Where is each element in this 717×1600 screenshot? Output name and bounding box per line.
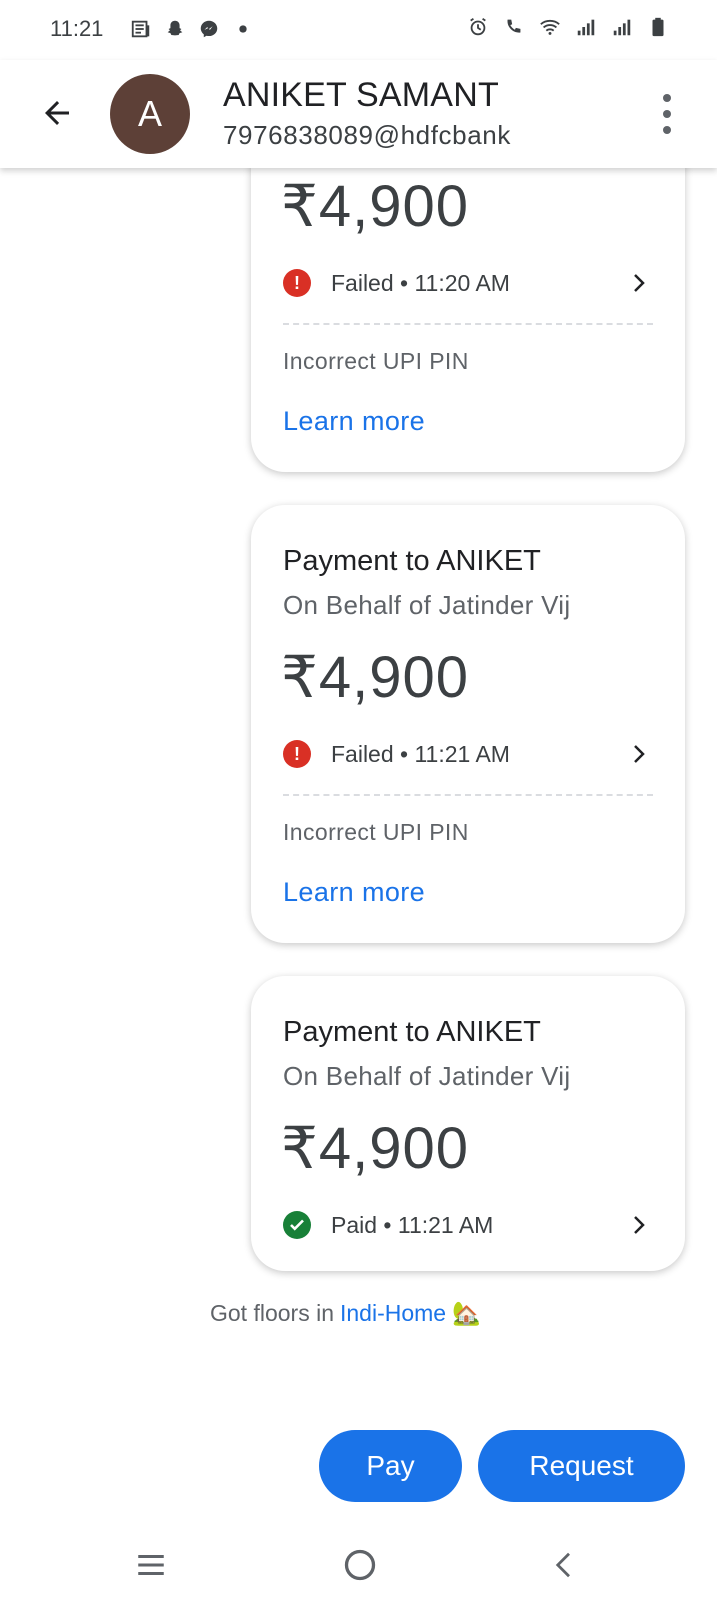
note-text: Got floors in bbox=[210, 1300, 334, 1326]
recents-icon bbox=[138, 1554, 164, 1576]
status-row[interactable]: Paid • 11:21 AM bbox=[283, 1208, 653, 1242]
avatar[interactable]: A bbox=[110, 74, 190, 154]
error-icon: ! bbox=[283, 740, 311, 768]
house-emoji: 🏡 bbox=[452, 1300, 481, 1326]
amount: ₹4,900 bbox=[281, 645, 470, 710]
signal-icon bbox=[577, 19, 595, 36]
snapchat-icon bbox=[167, 20, 183, 36]
system-nav-bar bbox=[0, 1530, 717, 1600]
home-button[interactable] bbox=[337, 1542, 383, 1588]
transaction-card[interactable]: Payment to ANIKET On Behalf of Jatinder … bbox=[251, 976, 685, 1271]
news-icon bbox=[131, 20, 150, 38]
home-circle-icon bbox=[344, 1549, 376, 1581]
transaction-title: Payment to ANIKET bbox=[283, 1016, 541, 1048]
signal-icon bbox=[613, 19, 631, 36]
error-icon: ! bbox=[283, 269, 311, 297]
amount: ₹4,900 bbox=[281, 174, 470, 239]
chevron-right-icon bbox=[634, 274, 645, 292]
status-text: Failed • 11:21 AM bbox=[331, 740, 510, 767]
contact-upi-id: 7976838089@hdfcbank bbox=[223, 120, 511, 150]
status-text: Failed • 11:20 AM bbox=[331, 269, 510, 296]
contact-note: Got floors in Indi-Home 🏡 bbox=[210, 1300, 481, 1327]
wifi-calling-icon bbox=[507, 19, 521, 33]
transaction-subtitle: On Behalf of Jatinder Vij bbox=[283, 1061, 571, 1091]
status-row[interactable]: ! Failed • 11:20 AM bbox=[283, 266, 653, 300]
contact-name[interactable]: ANIKET SAMANT bbox=[223, 76, 499, 115]
more-vert-icon bbox=[663, 94, 671, 102]
battery-icon bbox=[652, 17, 664, 37]
status-row[interactable]: ! Failed • 11:21 AM bbox=[283, 737, 653, 771]
chevron-right-icon bbox=[634, 1216, 645, 1234]
transaction-subtitle: On Behalf of Jatinder Vij bbox=[283, 590, 571, 620]
system-back-button[interactable] bbox=[541, 1542, 587, 1588]
dot-icon bbox=[239, 25, 247, 33]
chevron-right-icon bbox=[634, 745, 645, 763]
divider bbox=[283, 794, 653, 796]
error-reason: Incorrect UPI PIN bbox=[283, 819, 469, 845]
transaction-card[interactable]: ₹4,900 ! Failed • 11:20 AM Incorrect UPI… bbox=[251, 120, 685, 472]
alarm-icon bbox=[470, 17, 486, 36]
status-bar: 11:21 bbox=[0, 0, 717, 60]
messenger-icon bbox=[200, 20, 218, 38]
learn-more-link[interactable]: Learn more bbox=[283, 877, 425, 908]
pay-button[interactable]: Pay bbox=[319, 1430, 462, 1502]
wifi-icon bbox=[540, 19, 560, 35]
divider bbox=[283, 323, 653, 325]
more-options-button[interactable] bbox=[657, 94, 677, 134]
arrow-back-icon bbox=[45, 101, 69, 125]
amount: ₹4,900 bbox=[281, 1116, 470, 1181]
status-text: Paid • 11:21 AM bbox=[331, 1211, 494, 1238]
learn-more-link[interactable]: Learn more bbox=[283, 406, 425, 437]
chat-header: A ANIKET SAMANT 7976838089@hdfcbank bbox=[0, 60, 717, 168]
transaction-title: Payment to ANIKET bbox=[283, 545, 541, 577]
request-button[interactable]: Request bbox=[478, 1430, 685, 1502]
check-circle-icon bbox=[283, 1211, 311, 1239]
back-chevron-icon bbox=[555, 1552, 570, 1578]
note-link[interactable]: Indi-Home bbox=[340, 1300, 446, 1327]
transaction-card[interactable]: Payment to ANIKET On Behalf of Jatinder … bbox=[251, 505, 685, 943]
back-button[interactable] bbox=[34, 90, 80, 136]
error-reason: Incorrect UPI PIN bbox=[283, 348, 469, 374]
status-time: 11:21 bbox=[50, 16, 104, 41]
recents-button[interactable] bbox=[128, 1542, 174, 1588]
